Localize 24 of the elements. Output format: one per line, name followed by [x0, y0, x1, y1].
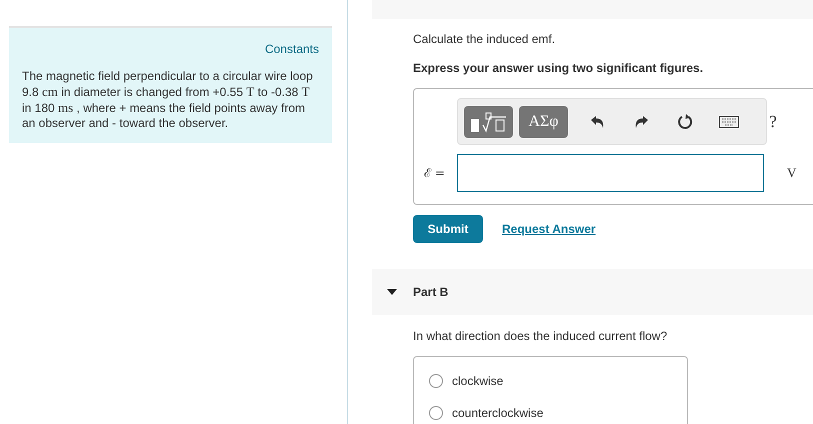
fraction-root-icon	[470, 110, 508, 132]
submit-button[interactable]: Submit	[413, 215, 483, 243]
keyboard-icon	[719, 116, 739, 128]
radio-button[interactable]	[429, 374, 443, 388]
question-text: In what direction does the induced current flow?	[413, 328, 668, 345]
unit-label: V	[787, 164, 796, 182]
constants-link[interactable]: Constants	[264, 40, 319, 58]
part-header-bar[interactable]: Part B	[372, 269, 813, 315]
undo-icon	[590, 116, 604, 128]
radio-option[interactable]: clockwise	[429, 372, 687, 390]
problem-text: The magnetic field perpendicular to a circular wire loop 9.8 cm in diameter is changed from +0.55 T to -0.38 T in 180 ms , where + means the field points away from an observer and - toward the observer.	[22, 69, 314, 131]
instruction-text: Express your answer using two significant figures.	[413, 60, 704, 77]
request-answer-link[interactable]: Request Answer	[502, 220, 596, 238]
reset-icon	[678, 114, 692, 129]
templates-button[interactable]	[464, 106, 513, 138]
greek-symbols-button[interactable]: ΑΣφ	[519, 106, 568, 138]
radio-option[interactable]: counterclockwise	[429, 404, 687, 422]
redo-icon	[634, 116, 648, 128]
answer-input[interactable]	[457, 154, 764, 192]
part-title: Part B	[413, 284, 448, 301]
question-text: Calculate the induced emf.	[413, 31, 556, 48]
help-button[interactable]: ?	[758, 106, 788, 136]
radio-button[interactable]	[429, 406, 443, 420]
variable-label: ℰ =	[424, 165, 446, 182]
